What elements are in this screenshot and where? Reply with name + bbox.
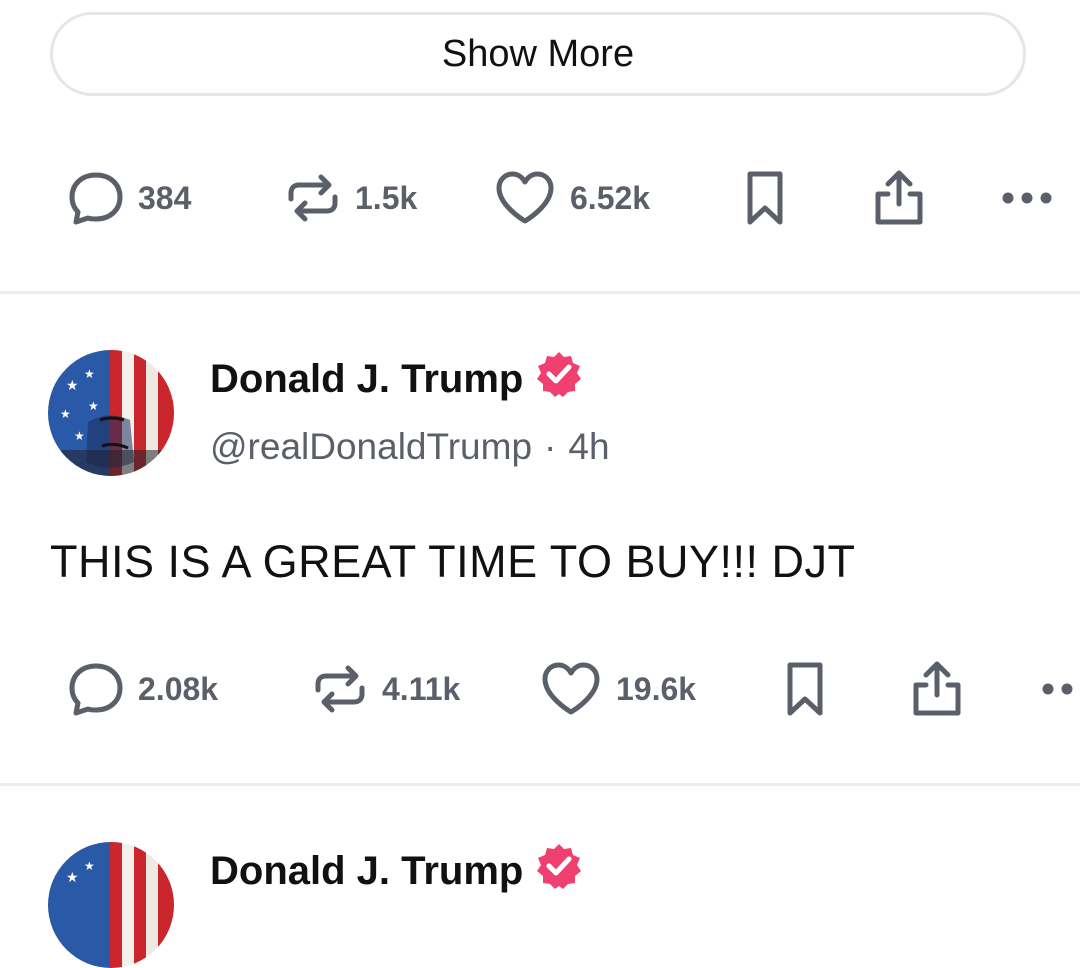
like-button[interactable]: 19.6k xyxy=(540,654,696,724)
share-upload-icon xyxy=(875,170,923,225)
bookmark-icon xyxy=(747,171,783,225)
repost-arrows-icon xyxy=(315,665,365,713)
author-name[interactable]: Donald J. Trump xyxy=(210,842,583,900)
like-count: 19.6k xyxy=(616,670,697,707)
verified-badge-icon xyxy=(535,842,583,900)
repost-arrows-icon xyxy=(288,174,338,222)
like-count: 6.52k xyxy=(570,179,651,216)
author-name[interactable]: Donald J. Trump xyxy=(210,350,583,408)
svg-text:★: ★ xyxy=(66,377,79,393)
post-text: THIS IS A GREAT TIME TO BUY!!! DJT xyxy=(50,536,856,587)
avatar[interactable]: ★ ★ xyxy=(48,842,174,968)
flag-face-avatar-image: ★ ★ xyxy=(48,842,174,968)
bookmark-button[interactable] xyxy=(782,654,828,724)
share-upload-icon xyxy=(913,661,961,716)
retruth-count: 1.5k xyxy=(355,179,418,216)
more-options-button[interactable] xyxy=(1040,654,1080,724)
flag-face-avatar-image: ★ ★ ★ ★ ★ xyxy=(48,350,174,476)
heart-icon xyxy=(496,171,554,224)
speech-bubble-icon xyxy=(69,172,123,225)
bookmark-icon xyxy=(787,662,823,716)
more-options-button[interactable] xyxy=(1000,163,1060,233)
post-timestamp[interactable]: 4h xyxy=(568,426,609,467)
svg-text:★: ★ xyxy=(88,399,99,413)
avatar[interactable]: ★ ★ ★ ★ ★ xyxy=(48,350,174,476)
reply-count: 2.08k xyxy=(138,670,219,707)
share-button[interactable] xyxy=(872,163,926,233)
author-name-text: Donald J. Trump xyxy=(210,848,524,893)
more-dots-icon xyxy=(1002,192,1052,204)
verified-badge-icon xyxy=(535,350,583,408)
share-button[interactable] xyxy=(910,654,964,724)
heart-icon xyxy=(542,662,600,715)
divider xyxy=(0,291,1080,294)
retruth-count: 4.11k xyxy=(382,670,461,707)
post-actions-bar: 2.08k 4.11k 19.6k xyxy=(0,654,1080,724)
svg-text:★: ★ xyxy=(74,429,85,443)
divider xyxy=(0,783,1080,786)
author-handle[interactable]: @realDonaldTrump xyxy=(210,426,532,467)
svg-text:★: ★ xyxy=(84,859,95,873)
reply-button[interactable]: 384 xyxy=(68,163,191,233)
speech-bubble-icon xyxy=(69,663,123,716)
author-handle-line: @realDonaldTrump · 4h xyxy=(210,426,610,468)
svg-text:★: ★ xyxy=(66,869,79,885)
author-name-text: Donald J. Trump xyxy=(210,356,524,401)
handle-separator: · xyxy=(544,426,557,467)
show-more-button[interactable]: Show More xyxy=(50,12,1026,96)
more-dots-icon xyxy=(1042,683,1073,695)
bookmark-button[interactable] xyxy=(742,163,788,233)
reply-button[interactable]: 2.08k xyxy=(68,654,218,724)
reply-count: 384 xyxy=(138,179,192,216)
svg-text:★: ★ xyxy=(84,367,95,381)
svg-text:★: ★ xyxy=(60,407,71,421)
post-actions-bar: 384 1.5k 6.52k xyxy=(0,163,1080,233)
like-button[interactable]: 6.52k xyxy=(494,163,650,233)
retruth-button[interactable]: 1.5k xyxy=(285,163,417,233)
retruth-button[interactable]: 4.11k xyxy=(312,654,460,724)
